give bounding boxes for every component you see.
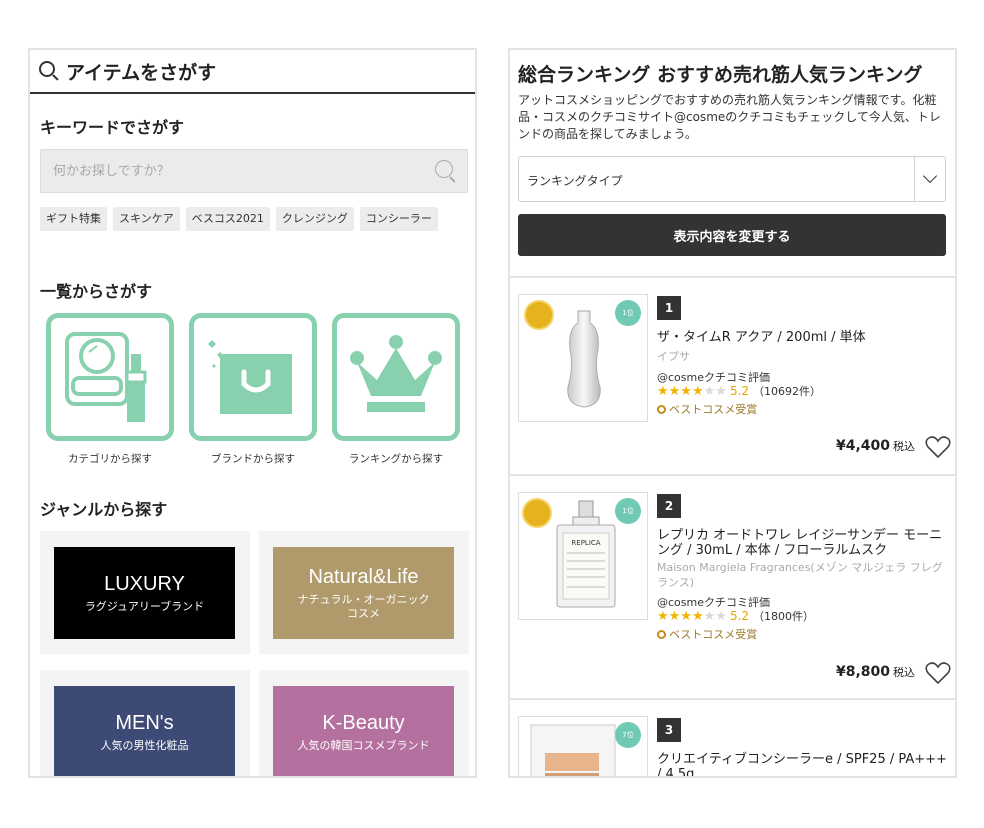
product-image[interactable]: 1位 REPLICA — [518, 492, 648, 620]
review-count[interactable]: （10692件） — [753, 385, 821, 398]
favorite-heart-icon[interactable] — [925, 661, 951, 685]
category-tile-label: カテゴリから探す — [68, 453, 152, 465]
genre-kbeauty-title: K-Beauty — [322, 711, 405, 734]
keyword-input[interactable] — [41, 150, 421, 192]
select-separator — [914, 157, 915, 201]
genre-natural-banner: Natural&Life ナチュラル・オーガニック コスメ — [273, 547, 454, 639]
star-icon: ★★★★ — [657, 609, 704, 624]
shopping-bag-icon — [208, 340, 292, 414]
product-image[interactable]: 1位 — [518, 294, 648, 422]
tax-label: 税込 — [893, 440, 915, 453]
genre-kbeauty-banner: K-Beauty 人気の韓国コスメブランド — [273, 686, 454, 776]
genre-luxury[interactable]: LUXURY ラグジュアリーブランド — [40, 531, 250, 654]
product-image[interactable]: 7位 — [518, 716, 648, 776]
genre-mens-title: MEN's — [115, 711, 174, 734]
svg-text:REPLICA: REPLICA — [571, 539, 600, 547]
rating-stars: ★★★★★★ 5.2 （10692件） — [657, 383, 821, 399]
star-half-icon: ★★ — [703, 609, 727, 624]
cosmetics-icon — [65, 332, 147, 422]
ranking-panel: 総合ランキング おすすめ売れ筋人気ランキング アットコスメショッピングでおすすめ… — [508, 48, 957, 778]
review-count[interactable]: （1800件） — [753, 610, 814, 623]
product-name[interactable]: レプリカ オードトワレ レイジーサンデー モーニング / 30mL / 本体 /… — [657, 528, 947, 558]
brand-name[interactable]: イプサ — [657, 349, 947, 364]
rank-number: 1 — [657, 296, 681, 320]
star-icon: ★★★★ — [657, 384, 704, 399]
ranking-item[interactable]: 1位 1 ザ・タイムR アクア / 200ml / 単体 イプサ @cosmeク… — [510, 278, 955, 474]
keyword-search-box[interactable] — [40, 149, 468, 193]
award-medal-icon — [657, 405, 666, 414]
genre-natural-title: Natural&Life — [308, 565, 419, 588]
tax-label: 税込 — [893, 666, 915, 679]
search-title: アイテムをさがす — [66, 61, 217, 84]
star-half-icon: ★★ — [703, 384, 727, 399]
ranking-tile[interactable] — [332, 313, 460, 441]
rating-score: 5.2 — [729, 384, 750, 398]
rank-number: 2 — [657, 494, 681, 518]
keyword-section-title: キーワードでさがす — [40, 118, 185, 137]
ranking-tile-label: ランキングから探す — [348, 453, 444, 465]
tag-bestcosme-2021[interactable]: ベスコス2021 — [185, 207, 270, 231]
apply-button[interactable]: 表示内容を変更する — [518, 214, 946, 256]
award-badge: ベストコスメ受賞 — [657, 401, 757, 417]
category-tile[interactable] — [46, 313, 174, 441]
ranking-type-value: ランキングタイプ — [527, 174, 623, 188]
genre-mens[interactable]: MEN's 人気の男性化粧品 — [40, 670, 250, 776]
tag-cleansing[interactable]: クレンジング — [275, 207, 354, 231]
concealer-palette-icon — [530, 724, 616, 776]
list-section-title: 一覧からさがす — [40, 282, 153, 301]
rating-score: 5.2 — [729, 609, 750, 623]
keyword-tags: ギフト特集 スキンケア ベスコス2021 クレンジング コンシーラー — [40, 207, 438, 231]
crown-icon — [350, 335, 442, 412]
search-header: アイテムをさがす — [30, 50, 475, 94]
brand-tile-label: ブランドから探す — [211, 453, 295, 465]
rating-stars: ★★★★★★ 5.2 （1800件） — [657, 608, 814, 624]
product-name[interactable]: クリエイティブコンシーラーe / SPF25 / PA+++ / 4.5g — [657, 752, 947, 776]
genre-luxury-title: LUXURY — [104, 572, 185, 595]
tag-skincare[interactable]: スキンケア — [113, 207, 180, 231]
award-label: ベストコスメ受賞 — [669, 403, 758, 416]
price-value: ¥8,800 — [835, 664, 890, 680]
ranking-type-select[interactable]: ランキングタイプ — [518, 156, 946, 202]
genre-k-beauty[interactable]: K-Beauty 人気の韓国コスメブランド — [259, 670, 469, 776]
perfume-bottle-icon: REPLICA — [556, 500, 616, 608]
toner-bottle-icon — [567, 310, 601, 408]
chevron-down-icon — [922, 168, 938, 184]
genre-kbeauty-subtitle: 人気の韓国コスメブランド — [297, 738, 430, 752]
product-name[interactable]: ザ・タイムR アクア / 200ml / 単体 — [657, 330, 947, 345]
price: ¥8,800 税込 — [836, 664, 915, 680]
price-value: ¥4,400 — [835, 438, 890, 454]
ranking-item[interactable]: 7位 3 クリエイティブコンシーラーe / SPF25 / PA+++ / 4.… — [510, 700, 955, 776]
genre-luxury-subtitle: ラグジュアリーブランド — [84, 599, 205, 613]
tag-gift[interactable]: ギフト特集 — [40, 207, 107, 231]
brand-tile[interactable] — [189, 313, 317, 441]
tag-concealer[interactable]: コンシーラー — [359, 207, 438, 231]
brand-name[interactable]: Maison Margiela Fragrances(メゾン マルジェラ フレグ… — [657, 560, 947, 590]
genre-mens-banner: MEN's 人気の男性化粧品 — [54, 686, 235, 776]
ranking-description: アットコスメショッピングでおすすめの売れ筋人気ランキング情報です。化粧品・コスメ… — [518, 93, 941, 141]
keyword-search-icon[interactable] — [435, 160, 457, 183]
ranking-title: 総合ランキング おすすめ売れ筋人気ランキング — [518, 64, 923, 86]
genre-luxury-banner: LUXURY ラグジュアリーブランド — [54, 547, 235, 639]
rank-number: 3 — [657, 718, 681, 742]
favorite-heart-icon[interactable] — [925, 435, 951, 459]
search-icon — [38, 60, 60, 82]
item-search-panel: アイテムをさがす キーワードでさがす ギフト特集 スキンケア ベスコス2021 … — [28, 48, 477, 778]
ranking-item[interactable]: 1位 REPLICA 2 レプリカ オードトワレ レイジーサンデー モーニング … — [510, 476, 955, 698]
rank-badge-icon: 1位 — [615, 300, 641, 326]
award-medal-icon — [657, 630, 666, 639]
award-badge: ベストコスメ受賞 — [657, 626, 757, 642]
price: ¥4,400 税込 — [836, 438, 915, 454]
genre-natural-subtitle: ナチュラル・オーガニック コスメ — [297, 592, 430, 620]
genre-mens-subtitle: 人気の男性化粧品 — [100, 738, 189, 752]
genre-natural-life[interactable]: Natural&Life ナチュラル・オーガニック コスメ — [259, 531, 469, 654]
genre-section-title: ジャンルから探す — [40, 500, 168, 519]
best-cosme-badge-icon — [522, 498, 552, 528]
award-label: ベストコスメ受賞 — [669, 628, 758, 641]
best-cosme-badge-icon — [524, 300, 554, 330]
